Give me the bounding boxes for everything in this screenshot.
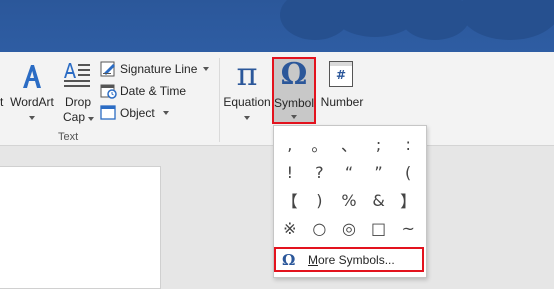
number-glyph: #	[335, 68, 347, 82]
title-bar	[0, 0, 554, 52]
chevron-down-icon	[244, 116, 250, 120]
wordart-icon	[23, 65, 41, 88]
pi-icon: π	[236, 55, 258, 93]
more-symbols-label: More Symbols...	[308, 253, 395, 267]
symbol-cell[interactable]: ○	[305, 214, 335, 242]
more-symbols-button[interactable]: Ω More Symbols...	[274, 247, 424, 272]
object-icon	[100, 105, 116, 120]
signature-line-button[interactable]: Signature Line	[100, 60, 212, 78]
symbol-grid: , 。 、 ; : ! ? “ ” ( 【 ) % & 】 ※ ○ ◎ □ ~	[274, 130, 427, 242]
symbol-cell[interactable]: 、	[334, 130, 364, 158]
more-symbols-accelerator: M	[308, 252, 318, 267]
wordart-label: WordArt	[10, 95, 54, 109]
symbol-dropdown: , 。 、 ; : ! ? “ ” ( 【 ) % & 】 ※ ○ ◎ □ ~ …	[273, 125, 427, 278]
background-pattern	[460, 0, 554, 40]
drop-cap-label-line1: Drop	[64, 95, 91, 109]
symbol-cell[interactable]: ※	[275, 214, 305, 242]
signature-line-label: Signature Line	[120, 62, 198, 76]
symbol-cell[interactable]: ?	[305, 158, 335, 186]
cut-off-label: t	[0, 95, 4, 109]
document-page[interactable]	[0, 166, 161, 289]
object-button[interactable]: Object	[100, 104, 172, 122]
date-time-label: Date & Time	[120, 84, 187, 98]
omega-icon: Ω	[280, 57, 308, 92]
date-time-button[interactable]: Date & Time	[100, 82, 200, 100]
symbol-cell[interactable]: ◎	[334, 214, 364, 242]
chevron-down-icon	[29, 116, 35, 120]
chevron-down-icon	[88, 117, 94, 121]
number-button[interactable]: # Number	[318, 58, 366, 124]
symbol-cell[interactable]: )	[305, 186, 335, 214]
equation-label: Equation	[223, 95, 271, 109]
equation-button[interactable]: π Equation	[222, 55, 272, 124]
chevron-down-icon	[163, 111, 169, 115]
symbol-cell[interactable]: “	[334, 158, 364, 186]
symbol-cell[interactable]: ;	[364, 130, 394, 158]
more-symbols-label-rest: ore Symbols...	[318, 252, 395, 267]
symbol-cell[interactable]: 】	[393, 186, 423, 214]
wordart-button[interactable]: WordArt	[8, 58, 56, 124]
symbol-cell[interactable]: ,	[275, 130, 305, 158]
chevron-down-icon	[291, 115, 297, 119]
symbol-cell[interactable]: !	[275, 158, 305, 186]
symbol-cell[interactable]: &	[364, 186, 394, 214]
omega-icon: Ω	[282, 250, 296, 269]
symbol-label: Symbol	[274, 96, 315, 110]
symbol-cell[interactable]: 【	[275, 186, 305, 214]
number-icon: #	[329, 61, 353, 87]
drop-cap-icon	[64, 63, 90, 87]
symbol-cell[interactable]: □	[364, 214, 394, 242]
drop-cap-label-line2: Cap	[62, 110, 85, 124]
signature-line-icon	[100, 61, 115, 77]
symbol-cell[interactable]: (	[393, 158, 423, 186]
object-label: Object	[120, 106, 155, 120]
group-label-text: Text	[58, 131, 79, 143]
group-separator	[219, 58, 220, 142]
symbol-cell[interactable]: 。	[305, 130, 335, 158]
drop-cap-button[interactable]: Drop Cap	[60, 58, 96, 130]
calendar-icon	[100, 84, 117, 99]
symbol-button[interactable]: Ω Symbol	[272, 57, 316, 124]
symbol-cell[interactable]: ~	[393, 214, 423, 242]
symbol-cell[interactable]: ”	[364, 158, 394, 186]
symbol-cell[interactable]: :	[393, 130, 423, 158]
symbol-cell[interactable]: %	[334, 186, 364, 214]
chevron-down-icon	[203, 67, 209, 71]
number-label: Number	[320, 95, 364, 109]
